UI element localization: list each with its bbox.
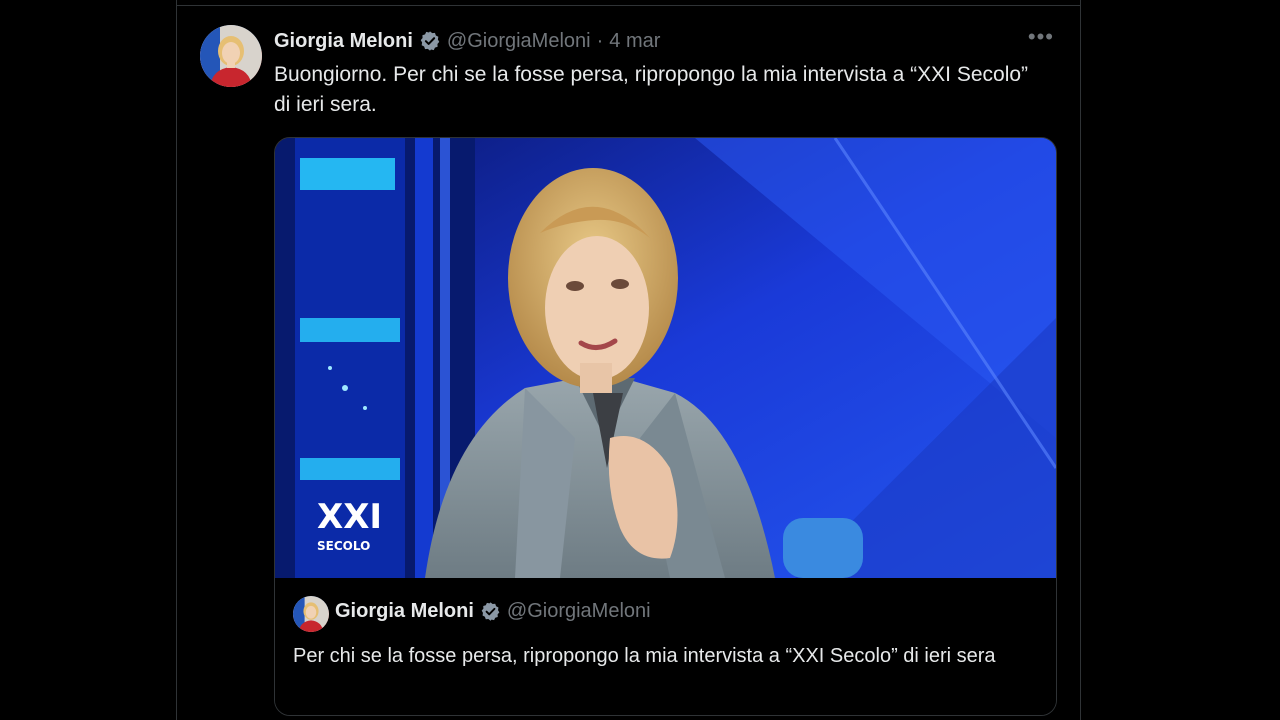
author-name[interactable]: Giorgia Meloni (274, 30, 413, 53)
quoted-tweet-body: Giorgia Meloni @GiorgiaMeloni Per chi se… (275, 578, 1056, 715)
left-black-margin (0, 0, 176, 720)
tweet-text: Buongiorno. Per chi se la fosse persa, r… (274, 63, 1029, 116)
quoted-author-name: Giorgia Meloni (335, 600, 474, 622)
quoted-tweet-text: Per chi se la fosse persa, ripropongo la… (293, 645, 996, 667)
verified-badge-icon (420, 31, 440, 51)
show-logo-xxi: XXI (317, 497, 382, 537)
video-thumbnail[interactable]: XXI SECOLO (275, 138, 1056, 578)
quoted-author-avatar (293, 596, 329, 632)
show-logo-secolo: SECOLO (317, 539, 370, 553)
tweet-header: Giorgia Meloni @GiorgiaMeloni · 4 mar (274, 28, 660, 54)
header-separator: · (596, 29, 604, 52)
more-options-icon[interactable]: ••• (1028, 24, 1054, 50)
tv-studio-image: XXI SECOLO (275, 138, 1056, 578)
top-divider (177, 5, 1080, 6)
verified-badge-icon (481, 602, 500, 621)
quoted-tweet-header: Giorgia Meloni @GiorgiaMeloni (335, 600, 651, 623)
timeline-column: Giorgia Meloni @GiorgiaMeloni · 4 mar ••… (176, 0, 1081, 720)
tweet-date[interactable]: 4 mar (609, 30, 660, 53)
author-handle[interactable]: @GiorgiaMeloni (447, 30, 591, 53)
author-avatar[interactable] (200, 25, 262, 87)
quoted-tweet-card[interactable]: XXI SECOLO Giorgia Meloni @GiorgiaMeloni… (274, 137, 1057, 716)
quoted-author-handle: @GiorgiaMeloni (506, 600, 651, 622)
